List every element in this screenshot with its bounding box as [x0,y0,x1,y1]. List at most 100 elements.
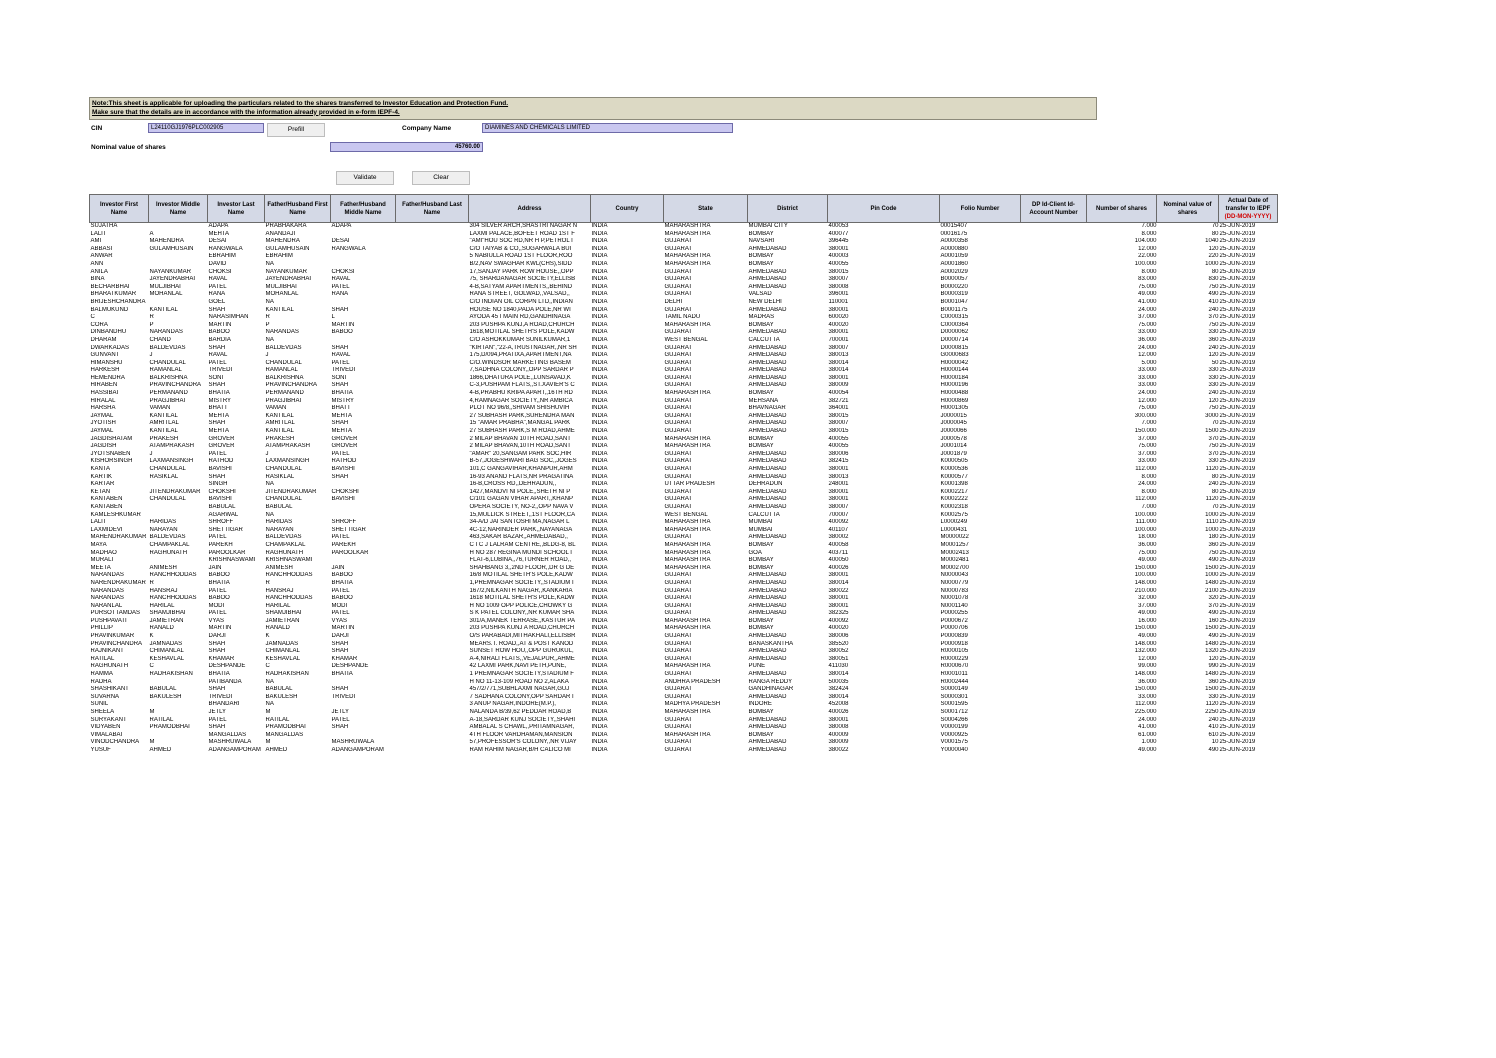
table-cell[interactable]: 301/A,MANEK TERRASE,,KASTUR PA [469,618,591,626]
table-cell[interactable]: R0000670 [940,663,1021,671]
table-cell[interactable] [396,436,469,444]
table-cell[interactable]: DHARAM [90,337,149,345]
table-cell[interactable] [331,231,396,239]
table-cell[interactable]: 75.000 [1087,405,1156,413]
table-cell[interactable]: GUJARAT [664,648,748,656]
table-cell[interactable]: SHETTIGAR [208,527,265,535]
table-cell[interactable]: 1000 [1157,261,1218,269]
table-cell[interactable]: AHMEDABAD [748,466,828,474]
table-cell[interactable]: C/101 GAGAN VIHAR APART,,KHANP [469,496,591,504]
table-cell[interactable]: LAXMANSINGH [149,458,208,466]
table-cell[interactable]: R [149,580,208,588]
table-cell[interactable]: INDIA [591,572,664,580]
table-cell[interactable]: PRAMODBHAI [265,724,331,732]
table-cell[interactable] [1021,382,1087,390]
table-cell[interactable]: 400092 [828,519,940,527]
table-cell[interactable]: GUJARAT [664,345,748,353]
table-cell[interactable] [149,481,208,489]
table-cell[interactable]: CHAND [149,337,208,345]
table-cell[interactable]: 1480 [1157,671,1218,679]
table-cell[interactable]: INDIA [591,474,664,482]
table-cell[interactable]: "AMAR" 20,SANGAM PARK SOC,HIR [469,451,591,459]
table-cell[interactable]: 2100 [1157,588,1218,596]
table-cell[interactable]: SHAH [208,420,265,428]
table-cell[interactable]: SONI [331,375,396,383]
table-cell[interactable]: 25-JUN-2019 [1219,633,1278,641]
table-cell[interactable]: M0002413 [940,550,1021,558]
table-cell[interactable]: 330 [1157,367,1218,375]
table-cell[interactable]: MAHENDRA [149,238,208,246]
table-cell[interactable]: INDIA [591,299,664,307]
table-cell[interactable]: PRAVINCHANDRA [90,641,149,649]
table-cell[interactable]: GUJARAT [664,633,748,641]
table-cell[interactable]: 380007 [828,345,940,353]
table-cell[interactable]: INDIA [591,648,664,656]
table-cell[interactable]: VINODCHANDRA [90,739,149,747]
table-cell[interactable]: BHATIA [208,671,265,679]
table-cell[interactable]: MAHARASHTRA [664,390,748,398]
table-cell[interactable]: BOMBAY [748,390,828,398]
table-cell[interactable]: PATEL [208,717,265,725]
table-cell[interactable]: INDIA [591,489,664,497]
table-cell[interactable]: NARANLAL [90,603,149,611]
table-cell[interactable]: P0000672 [940,618,1021,626]
table-cell[interactable]: 380001 [828,717,940,725]
table-cell[interactable]: A-18,SARDAR KUNJ SOCIETY,,SHAHI [469,717,591,725]
table-cell[interactable]: MAHARASHTRA [664,436,748,444]
table-cell[interactable] [1021,360,1087,368]
table-cell[interactable] [396,732,469,740]
table-cell[interactable]: M [149,739,208,747]
table-cell[interactable] [149,223,208,231]
table-cell[interactable] [1021,398,1087,406]
table-cell[interactable] [396,261,469,269]
table-cell[interactable]: PATEL [331,610,396,618]
table-cell[interactable]: 490 [1157,610,1218,618]
table-cell[interactable]: 150.000 [1087,565,1157,573]
table-cell[interactable]: INDIA [591,663,664,671]
table-cell[interactable]: BHANDARI [208,701,265,709]
table-cell[interactable]: DEHRADUN [748,481,828,489]
table-cell[interactable]: INDIA [591,633,664,641]
table-cell[interactable]: HIMANSHU [90,360,149,368]
table-cell[interactable]: JAMIETRAN [149,618,208,626]
table-cell[interactable]: VYAS [208,618,265,626]
table-cell[interactable]: AHMEDABAD [748,724,828,732]
table-cell[interactable]: 49.000 [1087,633,1156,641]
table-cell[interactable]: 75, SHARDANAGAR SOCIETY,ELLISB [469,276,591,284]
table-cell[interactable]: VAMAN [265,405,331,413]
table-cell[interactable]: C-3,PUSHPAM FLATS,,ST.XAVIER'S C [469,382,591,390]
table-cell[interactable]: 33.000 [1087,458,1156,466]
table-cell[interactable] [1021,291,1087,299]
table-cell[interactable]: MAHARASHTRA [664,550,748,558]
table-cell[interactable]: KANTILAL [265,413,331,421]
table-cell[interactable]: 5.000 [1087,360,1156,368]
table-cell[interactable]: AHMEDABAD [748,375,828,383]
table-cell[interactable]: 240 [1157,717,1218,725]
table-cell[interactable] [396,542,469,550]
table-cell[interactable]: SHAH [331,686,396,694]
table-cell[interactable] [1021,352,1087,360]
table-cell[interactable]: RANCHHODDAS [149,595,208,603]
table-cell[interactable] [1021,367,1087,375]
table-cell[interactable]: INDIA [591,519,664,527]
table-cell[interactable]: 148.000 [1087,671,1157,679]
table-cell[interactable] [1021,466,1087,474]
table-cell[interactable]: C0000364 [940,322,1021,330]
table-cell[interactable]: 24.000 [1087,717,1156,725]
table-cell[interactable]: INDIA [591,512,664,520]
table-cell[interactable]: 12.000 [1087,352,1156,360]
table-cell[interactable] [396,656,469,664]
table-cell[interactable]: RAGHUNATH [149,550,208,558]
table-cell[interactable]: SHAHBANG 3,,2ND FLOOR,,DR G DE [469,565,591,573]
table-cell[interactable]: 24.000 [1087,307,1156,315]
table-cell[interactable]: EBRAHIM [265,253,331,261]
table-cell[interactable]: AHMEDABAD [748,580,828,588]
table-cell[interactable]: H0000488 [940,390,1021,398]
table-cell[interactable]: 12.000 [1087,656,1156,664]
table-cell[interactable] [1021,603,1087,611]
table-cell[interactable]: 15,MULLICK STREET,,1ST FLOOR,CA [469,512,591,520]
table-cell[interactable]: 400050 [828,557,940,565]
table-cell[interactable]: GUJARAT [664,588,748,596]
table-cell[interactable]: DWARKADAS [90,345,149,353]
table-cell[interactable]: 380007 [828,420,940,428]
